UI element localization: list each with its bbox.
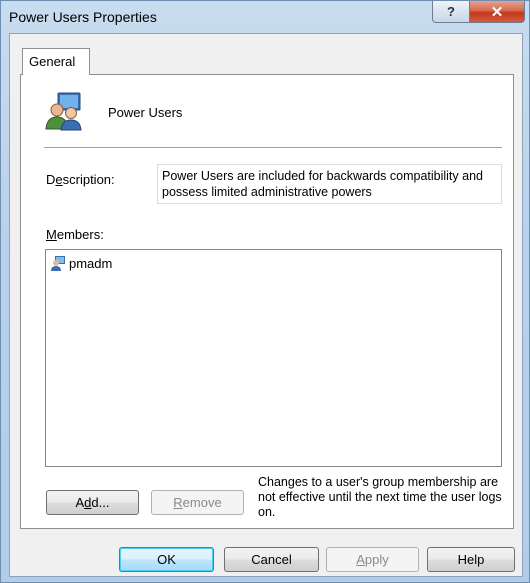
apply-button[interactable]: Apply bbox=[326, 547, 419, 572]
membership-note: Changes to a user's group membership are… bbox=[258, 475, 502, 519]
add-button[interactable]: Ad d... bbox=[46, 490, 139, 515]
ok-button[interactable]: OK bbox=[119, 547, 214, 572]
description-field[interactable]: Power Users are included for backwards c… bbox=[157, 164, 502, 204]
close-icon: ✕ bbox=[490, 3, 504, 21]
members-label: Members: bbox=[46, 227, 104, 242]
user-group-icon bbox=[45, 92, 82, 131]
user-icon bbox=[51, 256, 65, 271]
help-button[interactable]: Help bbox=[427, 547, 515, 572]
tab-label: General bbox=[29, 54, 76, 69]
title-bar[interactable]: Power Users Properties ? ✕ bbox=[1, 1, 529, 33]
members-list[interactable]: pmadm bbox=[45, 249, 502, 467]
cancel-button[interactable]: Cancel bbox=[224, 547, 319, 572]
window-title: Power Users Properties bbox=[9, 9, 157, 25]
description-label: Description: bbox=[46, 172, 115, 187]
member-name: pmadm bbox=[69, 255, 113, 271]
list-item[interactable]: pmadm bbox=[50, 255, 112, 271]
separator bbox=[44, 147, 502, 148]
remove-button[interactable]: Remove bbox=[151, 490, 244, 515]
question-icon: ? bbox=[447, 4, 455, 19]
group-name: Power Users bbox=[108, 105, 183, 120]
close-button[interactable]: ✕ bbox=[469, 1, 525, 23]
help-title-button[interactable]: ? bbox=[432, 1, 470, 23]
tab-general[interactable]: General bbox=[22, 48, 90, 75]
